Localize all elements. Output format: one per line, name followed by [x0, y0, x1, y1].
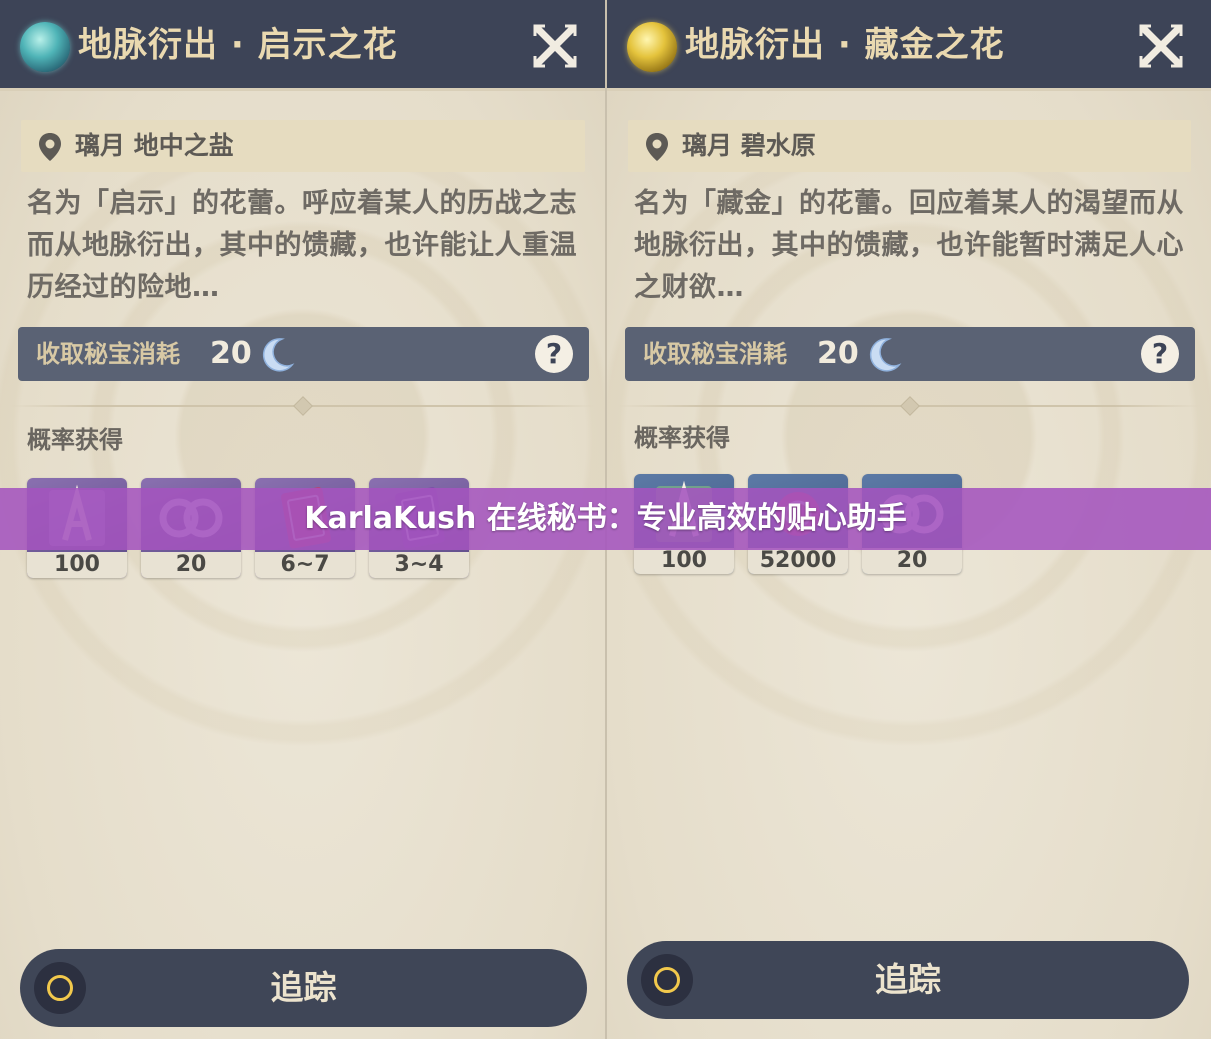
panel-header: 地脉衍出 · 藏金之花	[607, 0, 1211, 91]
drop-count: 3~4	[369, 552, 469, 578]
drop-count: 100	[27, 552, 127, 578]
divider-diamond-icon	[900, 396, 920, 416]
location-bar: 璃月 地中之盐	[21, 120, 585, 172]
location-bar: 璃月 碧水原	[628, 120, 1191, 172]
close-button[interactable]	[531, 22, 579, 70]
banner-text: KarlaKush 在线秘书：专业高效的贴心助手	[304, 501, 907, 536]
panel-title: 地脉衍出 · 启示之花	[78, 25, 398, 65]
original-resin-moon-icon	[262, 338, 295, 372]
cost-label: 收取秘宝消耗	[643, 340, 787, 368]
divider-diamond-icon	[293, 396, 313, 416]
cost-value: 20	[817, 336, 859, 371]
location-pin-icon	[646, 133, 668, 161]
cost-label: 收取秘宝消耗	[36, 340, 180, 368]
close-icon	[1139, 24, 1183, 68]
drop-count: 6~7	[255, 552, 355, 578]
drop-count: 100	[634, 548, 734, 574]
help-button[interactable]: ?	[1141, 335, 1179, 373]
drops-label: 概率获得	[634, 424, 730, 452]
drop-count: 20	[141, 552, 241, 578]
drops-label: 概率获得	[27, 426, 123, 454]
cost-value: 20	[210, 336, 252, 371]
drop-count: 52000	[748, 548, 848, 574]
track-button[interactable]: 追踪	[627, 941, 1189, 1019]
location-text: 璃月 地中之盐	[75, 131, 234, 160]
description-text: 名为「启示」的花蕾。呼应着某人的历战之志而从地脉衍出，其中的馈藏，也许能让人重温…	[27, 188, 577, 303]
cost-bar: 收取秘宝消耗 20 ?	[18, 327, 589, 381]
track-label: 追踪	[875, 960, 941, 999]
gold-leyline-gem-icon	[627, 22, 677, 72]
close-button[interactable]	[1137, 22, 1185, 70]
track-label: 追踪	[270, 968, 337, 1007]
blue-leyline-gem-icon	[20, 22, 70, 72]
panel-title: 地脉衍出 · 藏金之花	[685, 25, 1005, 65]
panel-header: 地脉衍出 · 启示之花	[0, 0, 605, 91]
close-icon	[533, 24, 577, 68]
original-resin-moon-icon	[869, 338, 902, 372]
location-pin-icon	[39, 133, 61, 161]
track-button[interactable]: 追踪	[20, 949, 587, 1027]
description-text: 名为「藏金」的花蕾。回应着某人的渴望而从地脉衍出，其中的馈藏，也许能暂时满足人心…	[634, 188, 1184, 303]
location-text: 璃月 碧水原	[682, 131, 816, 160]
cost-bar: 收取秘宝消耗 20 ?	[625, 327, 1195, 381]
drop-count: 20	[862, 548, 962, 574]
help-button[interactable]: ?	[535, 335, 573, 373]
overlay-banner: KarlaKush 在线秘书：专业高效的贴心助手	[0, 488, 1211, 550]
